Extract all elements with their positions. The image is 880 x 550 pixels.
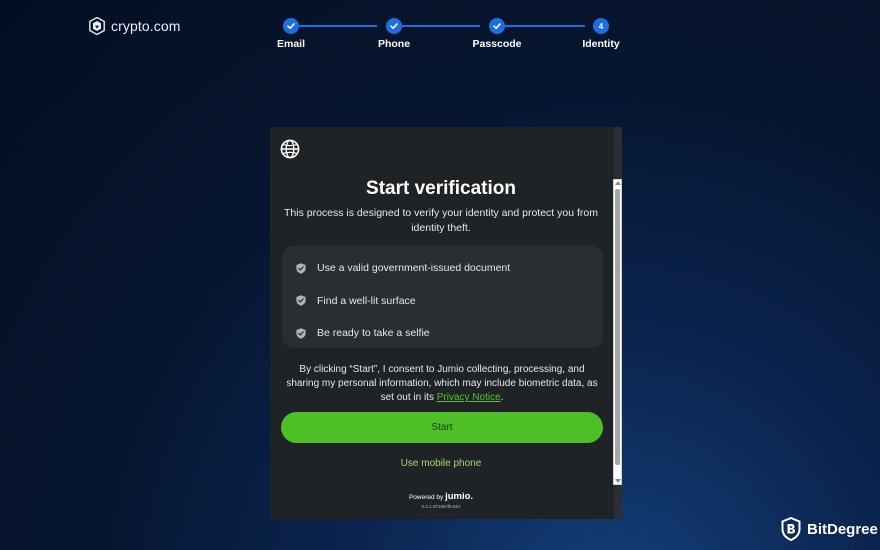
requirement-text: Use a valid government-issued document: [317, 262, 511, 275]
shield-check-icon: [296, 263, 306, 274]
step-label-email: Email: [276, 38, 306, 50]
watermark-text: BitDegree: [807, 520, 878, 538]
step-label-phone: Phone: [377, 38, 411, 50]
crypto-com-logo-icon: [89, 17, 105, 35]
requirement-text: Be ready to take a selfie: [317, 327, 430, 340]
scrollbar-thumb[interactable]: [615, 189, 620, 465]
brand-name: crypto.com: [111, 18, 181, 34]
step-passcode-check-icon: [489, 18, 505, 34]
scroll-down-icon[interactable]: [615, 479, 621, 483]
bitdegree-watermark: BitDegree: [781, 517, 878, 541]
stepper-connector: [299, 25, 377, 27]
scroll-up-icon[interactable]: [615, 181, 621, 185]
requirements-list: Use a valid government-issued document F…: [282, 246, 603, 348]
verification-panel: Start verification This process is desig…: [270, 127, 622, 519]
use-mobile-phone-link[interactable]: Use mobile phone: [270, 458, 612, 469]
verification-subtitle: This process is designed to verify your …: [284, 207, 598, 234]
brand-logo[interactable]: crypto.com: [89, 17, 180, 35]
version-text: 0.3.1-d71667f5.651: [421, 504, 461, 509]
consent-suffix: .: [500, 392, 504, 403]
start-button[interactable]: Start: [281, 412, 603, 443]
stepper-connector: [505, 25, 585, 27]
bitdegree-shield-icon: [781, 517, 801, 541]
stepper-connector: [402, 25, 480, 27]
consent-text: By clicking “Start”, I consent to Jumio …: [284, 363, 600, 405]
globe-icon[interactable]: [280, 139, 300, 159]
privacy-notice-link[interactable]: Privacy Notice: [437, 392, 501, 403]
verification-title: Start verification: [366, 178, 516, 199]
powered-by-jumio: Powered by jumio.: [270, 491, 612, 502]
step-email-check-icon: [283, 18, 299, 34]
shield-check-icon: [296, 295, 306, 306]
list-item: Find a well-lit surface: [282, 285, 603, 318]
list-item: Use a valid government-issued document: [282, 252, 603, 285]
step-phone-check-icon: [386, 18, 402, 34]
step-number: 4: [598, 21, 604, 31]
jumio-logo: jumio.: [445, 491, 474, 502]
step-identity-number: 4: [593, 18, 609, 34]
step-label-identity: Identity: [582, 38, 620, 50]
step-label-passcode: Passcode: [472, 38, 522, 50]
list-item: Be ready to take a selfie: [282, 317, 603, 350]
signup-stepper: 4 Email Phone Passcode Identity: [270, 15, 630, 55]
requirement-text: Find a well-lit surface: [317, 294, 416, 307]
powered-by-label: Powered by: [408, 494, 444, 501]
shield-check-icon: [296, 328, 306, 339]
iframe-scrollbar[interactable]: [613, 179, 622, 485]
